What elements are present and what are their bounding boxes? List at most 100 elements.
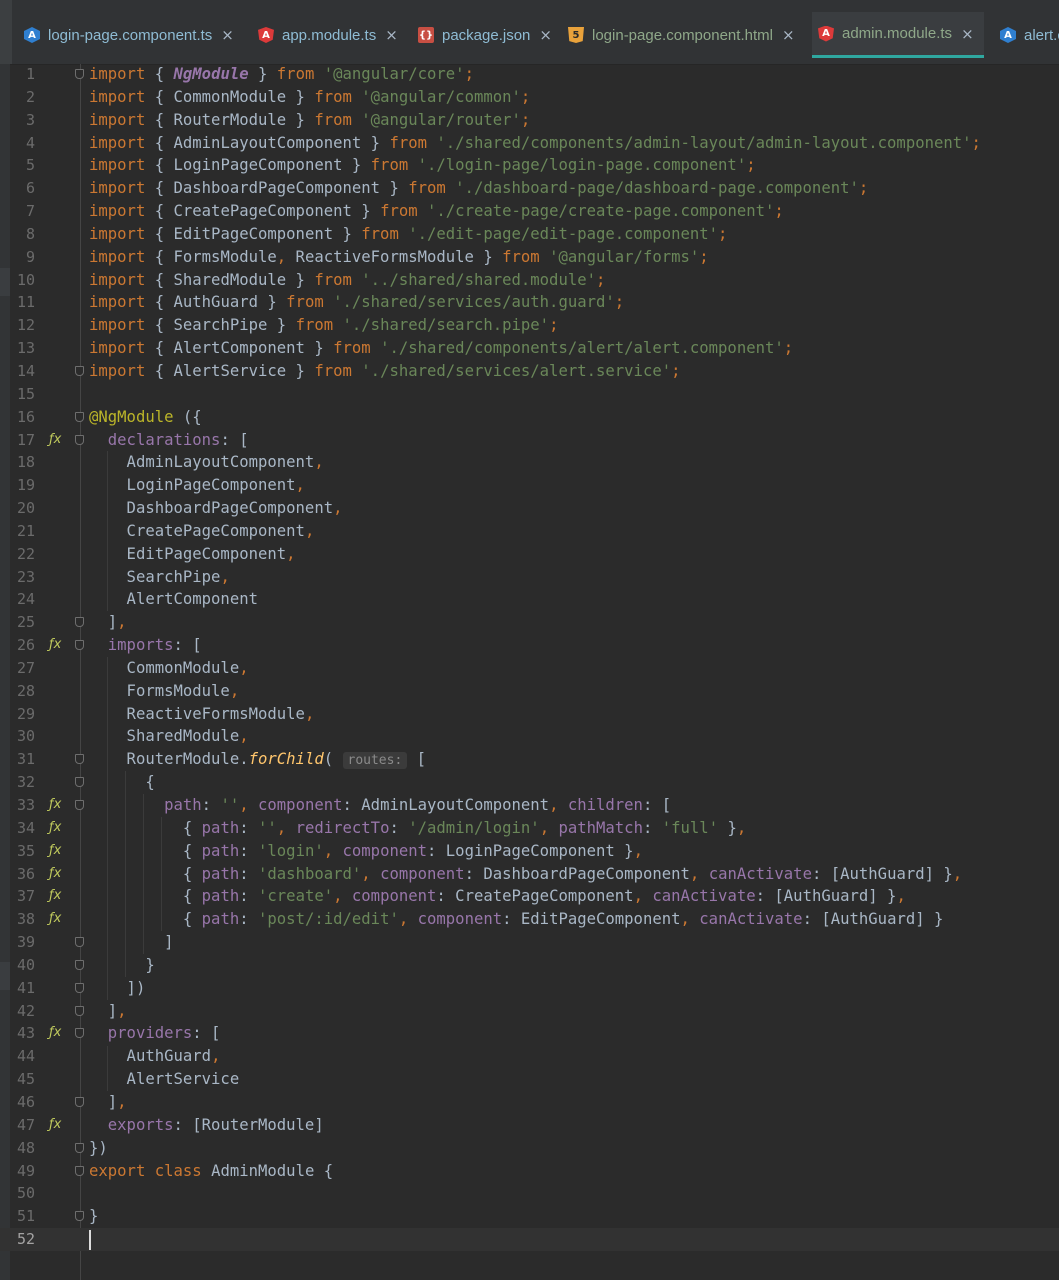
line-number[interactable]: 49 xyxy=(0,1160,35,1183)
fold-marker-icon[interactable] xyxy=(75,411,84,422)
line-number[interactable]: 37 xyxy=(0,885,35,908)
function-marker-icon[interactable]: ƒx xyxy=(49,1114,61,1137)
function-marker-icon[interactable]: ƒx xyxy=(49,1022,61,1045)
line-number[interactable]: 9 xyxy=(0,246,35,269)
code-line[interactable]: 4 import { AdminLayoutComponent } from '.… xyxy=(0,132,1059,155)
line-number[interactable]: 23 xyxy=(0,566,35,589)
code-line[interactable]: 2 import { CommonModule } from '@angular/… xyxy=(0,86,1059,109)
fold-marker-icon[interactable] xyxy=(75,1165,84,1176)
code-line[interactable]: 29 ReactiveFormsModule, xyxy=(0,703,1059,726)
code-line[interactable]: 27 CommonModule, xyxy=(0,657,1059,680)
code-line[interactable]: 47 ƒx exports: [RouterModule] xyxy=(0,1114,1059,1137)
code-line[interactable]: 3 import { RouterModule } from '@angular/… xyxy=(0,109,1059,132)
code-line[interactable]: 21 CreatePageComponent, xyxy=(0,520,1059,543)
fold-marker-icon[interactable] xyxy=(75,777,84,788)
tab-app-module-ts[interactable]: Aapp.module.ts × xyxy=(252,12,408,58)
line-number[interactable]: 45 xyxy=(0,1068,35,1091)
close-icon[interactable]: × xyxy=(782,26,795,44)
fold-marker-icon[interactable] xyxy=(75,1005,84,1016)
code-line[interactable]: 22 EditPageComponent, xyxy=(0,543,1059,566)
line-number[interactable]: 28 xyxy=(0,680,35,703)
code-line[interactable]: 33 ƒx path: '', component: AdminLayoutCom… xyxy=(0,794,1059,817)
function-marker-icon[interactable]: ƒx xyxy=(49,840,61,863)
code-line[interactable]: 24 AlertComponent xyxy=(0,588,1059,611)
fold-marker-icon[interactable] xyxy=(75,959,84,970)
tab-login-page-component-html[interactable]: 5 login-page.component.html × xyxy=(562,12,805,58)
tab-alert-c[interactable]: Aalert.c xyxy=(994,12,1059,58)
line-number[interactable]: 41 xyxy=(0,977,35,1000)
line-number[interactable]: 22 xyxy=(0,543,35,566)
fold-marker-icon[interactable] xyxy=(75,365,84,376)
code-line[interactable]: 42 ], xyxy=(0,1000,1059,1023)
line-number[interactable]: 52 xyxy=(0,1228,35,1251)
code-line[interactable]: 49 export class AdminModule { xyxy=(0,1160,1059,1183)
function-marker-icon[interactable]: ƒx xyxy=(49,794,61,817)
line-number[interactable]: 38 xyxy=(0,908,35,931)
line-number[interactable]: 44 xyxy=(0,1045,35,1068)
code-line[interactable]: 39 ] xyxy=(0,931,1059,954)
line-number[interactable]: 31 xyxy=(0,748,35,771)
code-line[interactable]: 45 AlertService xyxy=(0,1068,1059,1091)
line-number[interactable]: 11 xyxy=(0,291,35,314)
line-number[interactable]: 10 xyxy=(0,269,35,292)
line-number[interactable]: 15 xyxy=(0,383,35,406)
fold-marker-icon[interactable] xyxy=(75,640,84,651)
code-line[interactable]: 40 } xyxy=(0,954,1059,977)
fold-marker-icon[interactable] xyxy=(75,982,84,993)
code-line[interactable]: 11 import { AuthGuard } from './shared/se… xyxy=(0,291,1059,314)
code-line[interactable]: 48}) xyxy=(0,1137,1059,1160)
close-icon[interactable]: × xyxy=(961,25,974,43)
fold-marker-icon[interactable] xyxy=(75,617,84,628)
code-line[interactable]: 5 import { LoginPageComponent } from './l… xyxy=(0,154,1059,177)
code-line[interactable]: 35 ƒx { path: 'login', component: LoginPa… xyxy=(0,840,1059,863)
line-number[interactable]: 30 xyxy=(0,725,35,748)
code-line[interactable]: 9 import { FormsModule, ReactiveFormsModu… xyxy=(0,246,1059,269)
code-line[interactable]: 19 LoginPageComponent, xyxy=(0,474,1059,497)
tab-admin-module-ts[interactable]: Aadmin.module.ts × xyxy=(812,12,984,58)
code-line[interactable]: 15 xyxy=(0,383,1059,406)
line-number[interactable]: 3 xyxy=(0,109,35,132)
line-number[interactable]: 8 xyxy=(0,223,35,246)
code-editor[interactable]: 1 import { NgModule } from '@angular/core… xyxy=(0,63,1059,1251)
function-marker-icon[interactable]: ƒx xyxy=(49,885,61,908)
code-line[interactable]: 52 xyxy=(0,1228,1059,1251)
line-number[interactable]: 1 xyxy=(0,63,35,86)
fold-marker-icon[interactable] xyxy=(75,1142,84,1153)
code-line[interactable]: 1 import { NgModule } from '@angular/core… xyxy=(0,63,1059,86)
function-marker-icon[interactable]: ƒx xyxy=(49,634,61,657)
code-line[interactable]: 28 FormsModule, xyxy=(0,680,1059,703)
close-icon[interactable]: × xyxy=(221,26,234,44)
line-number[interactable]: 24 xyxy=(0,588,35,611)
code-line[interactable]: 8 import { EditPageComponent } from './ed… xyxy=(0,223,1059,246)
code-line[interactable]: 6 import { DashboardPageComponent } from … xyxy=(0,177,1059,200)
line-number[interactable]: 48 xyxy=(0,1137,35,1160)
line-number[interactable]: 39 xyxy=(0,931,35,954)
line-number[interactable]: 36 xyxy=(0,863,35,886)
close-icon[interactable]: × xyxy=(539,26,552,44)
line-number[interactable]: 12 xyxy=(0,314,35,337)
function-marker-icon[interactable]: ƒx xyxy=(49,908,61,931)
line-number[interactable]: 18 xyxy=(0,451,35,474)
line-number[interactable]: 19 xyxy=(0,474,35,497)
code-line[interactable]: 46 ], xyxy=(0,1091,1059,1114)
code-line[interactable]: 43 ƒx providers: [ xyxy=(0,1022,1059,1045)
line-number[interactable]: 25 xyxy=(0,611,35,634)
line-number[interactable]: 29 xyxy=(0,703,35,726)
line-number[interactable]: 14 xyxy=(0,360,35,383)
line-number[interactable]: 27 xyxy=(0,657,35,680)
line-number[interactable]: 26 xyxy=(0,634,35,657)
fold-marker-icon[interactable] xyxy=(75,434,84,445)
code-line[interactable]: 50 xyxy=(0,1182,1059,1205)
code-line[interactable]: 31 RouterModule.forChild( routes: [ xyxy=(0,748,1059,771)
code-line[interactable]: 14 import { AlertService } from './shared… xyxy=(0,360,1059,383)
fold-marker-icon[interactable] xyxy=(75,754,84,765)
line-number[interactable]: 46 xyxy=(0,1091,35,1114)
line-number[interactable]: 42 xyxy=(0,1000,35,1023)
code-line[interactable]: 51} xyxy=(0,1205,1059,1228)
code-line[interactable]: 36 ƒx { path: 'dashboard', component: Das… xyxy=(0,863,1059,886)
code-line[interactable]: 10 import { SharedModule } from '../share… xyxy=(0,269,1059,292)
tab-package-json[interactable]: {} package.json × xyxy=(412,12,562,58)
line-number[interactable]: 43 xyxy=(0,1022,35,1045)
close-icon[interactable]: × xyxy=(385,26,398,44)
function-marker-icon[interactable]: ƒx xyxy=(49,429,61,452)
